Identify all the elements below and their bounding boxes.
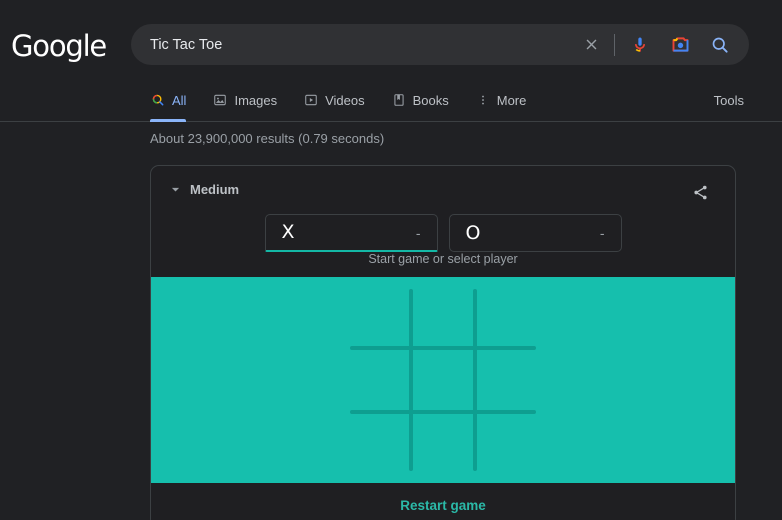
tab-videos[interactable]: Videos (290, 78, 378, 122)
game-controls: Medium X - O - Start game or select play… (151, 166, 735, 277)
game-footer: Restart game (151, 483, 735, 520)
tab-images[interactable]: Images (199, 78, 290, 122)
search-tabs: All Images Videos Books More (146, 78, 539, 122)
google-lens-camera-icon[interactable] (667, 32, 693, 58)
player-mark: X (281, 221, 295, 243)
kebab-menu-icon (475, 92, 491, 108)
player-selector: X - O - (151, 214, 735, 252)
difficulty-selector[interactable]: Medium (171, 182, 239, 197)
tab-label: More (496, 92, 527, 108)
grid-line-vertical-1 (409, 289, 413, 471)
tab-label: Books (412, 92, 449, 108)
grid-line-vertical-2 (473, 289, 477, 471)
page-header: Google (0, 0, 782, 78)
close-icon[interactable] (576, 30, 606, 60)
search-input[interactable] (131, 24, 576, 65)
difficulty-label: Medium (190, 182, 240, 197)
grid-line-horizontal-2 (350, 410, 536, 414)
share-icon[interactable] (687, 179, 713, 205)
magnifier-icon[interactable] (707, 32, 733, 58)
game-board-area[interactable] (151, 277, 735, 483)
magnifier-icon (150, 92, 166, 108)
nav-bar: All Images Videos Books More Tools (0, 78, 782, 122)
search-bar[interactable] (131, 24, 749, 65)
tab-all[interactable]: All (146, 78, 199, 122)
player-x-button[interactable]: X - (264, 214, 438, 252)
tab-label: All (172, 92, 187, 108)
microphone-icon[interactable] (627, 32, 653, 58)
search-divider (614, 33, 615, 56)
grid-line-horizontal-1 (350, 346, 536, 350)
tab-label: Videos (325, 92, 365, 108)
game-status-text: Start game or select player (368, 252, 518, 266)
player-mark: O (465, 221, 481, 244)
tab-books[interactable]: Books (378, 78, 462, 122)
video-play-icon (303, 92, 319, 108)
image-icon (212, 92, 228, 108)
restart-game-button[interactable]: Restart game (400, 498, 486, 513)
result-count: About 23,900,000 results (0.79 seconds) (150, 131, 385, 146)
tab-more[interactable]: More (462, 78, 540, 122)
chevron-down-icon (171, 187, 180, 192)
google-logo: Google (11, 29, 107, 63)
player-o-button[interactable]: O - (448, 214, 622, 252)
tic-tac-toe-grid[interactable] (350, 277, 536, 483)
player-score: - (599, 225, 605, 241)
tab-label: Images (234, 92, 278, 108)
book-icon (391, 92, 407, 108)
tic-tac-toe-widget: Medium X - O - Start game or select play… (150, 165, 736, 520)
player-score: - (415, 224, 421, 241)
tools-button[interactable]: Tools (714, 78, 744, 122)
